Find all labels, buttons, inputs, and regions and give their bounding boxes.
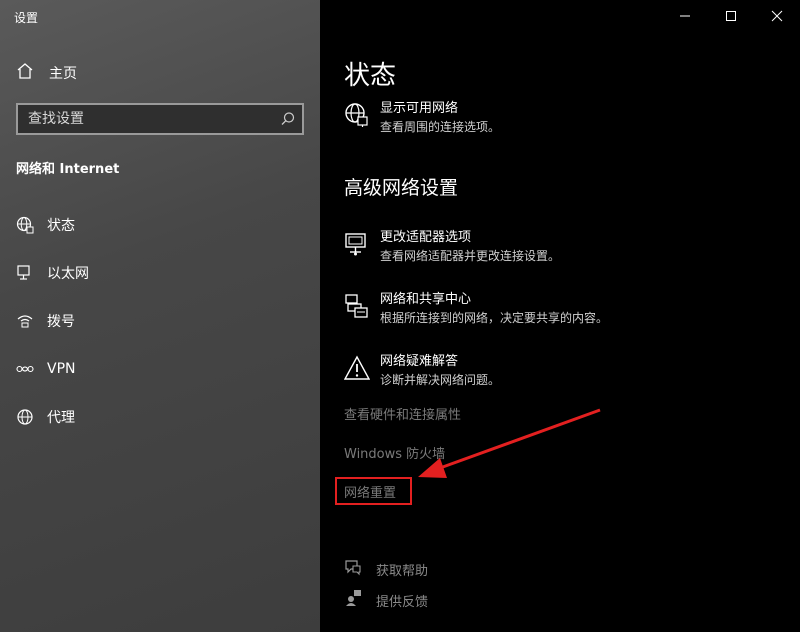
entry-title: 更改适配器选项: [380, 230, 472, 245]
search-input[interactable]: [18, 105, 268, 133]
sidebar-item-vpn[interactable]: VPN: [16, 358, 306, 380]
globe-icon: [16, 408, 34, 426]
hardware-properties-link[interactable]: 查看硬件和连接属性: [344, 404, 461, 423]
close-button[interactable]: [754, 0, 800, 32]
sidebar-item-status[interactable]: 状态: [16, 214, 306, 236]
app-title: 设置: [14, 11, 39, 25]
network-reset-highlight: [335, 477, 412, 505]
entry-title: 网络和共享中心: [380, 292, 472, 307]
close-icon: [771, 7, 783, 26]
entry-desc: 诊断并解决网络问题。: [380, 373, 501, 387]
sidebar-item-label: 代理: [47, 410, 75, 426]
adapter-options-entry[interactable]: 更改适配器选项 查看网络适配器并更改连接设置。: [344, 229, 560, 265]
sharing-center-icon: [344, 293, 370, 319]
sidebar-item-dialup[interactable]: 拨号: [16, 310, 306, 332]
maximize-button[interactable]: [708, 0, 754, 32]
search-icon[interactable]: [280, 111, 296, 131]
get-help-link[interactable]: 获取帮助: [344, 558, 428, 580]
network-globe-icon: [344, 102, 370, 128]
sidebar-item-label: 以太网: [47, 266, 89, 282]
entry-title: 网络疑难解答: [380, 354, 459, 369]
home-icon: [16, 62, 34, 84]
page-title: 状态: [344, 61, 397, 91]
feedback-icon: [344, 589, 362, 611]
help-label: 获取帮助: [376, 563, 429, 579]
globe-status-icon: [16, 216, 34, 234]
maximize-icon: [725, 7, 737, 26]
minimize-icon: [679, 7, 691, 26]
feedback-label: 提供反馈: [376, 594, 429, 610]
settings-sidebar: 设置 主页 网络和 Internet 状态 以太网 拨号 VP: [0, 0, 320, 632]
sidebar-home-label: 主页: [49, 66, 77, 82]
vpn-icon: [16, 360, 34, 378]
sharing-center-entry[interactable]: 网络和共享中心 根据所连接到的网络，决定要共享的内容。: [344, 291, 608, 327]
dialup-icon: [16, 312, 34, 330]
content-pane: 状态 显示可用网络 查看周围的连接选项。 高级网络设置 更改适配器选项 查看网络…: [320, 0, 800, 632]
ethernet-icon: [16, 264, 34, 282]
sidebar-item-label: 状态: [47, 218, 75, 234]
minimize-button[interactable]: [662, 0, 708, 32]
adapter-icon: [344, 231, 370, 257]
sidebar-item-proxy[interactable]: 代理: [16, 406, 306, 428]
troubleshoot-entry[interactable]: 网络疑难解答 诊断并解决网络问题。: [343, 353, 501, 389]
advanced-settings-title: 高级网络设置: [344, 177, 459, 199]
entry-desc: 查看周围的连接选项。: [380, 120, 501, 134]
entry-desc: 根据所连接到的网络，决定要共享的内容。: [380, 311, 609, 325]
sidebar-item-label: 拨号: [47, 314, 75, 330]
search-box[interactable]: [16, 103, 304, 135]
warning-icon: [343, 355, 371, 381]
entry-title: 显示可用网络: [380, 101, 459, 116]
windows-firewall-link[interactable]: Windows 防火墙: [344, 443, 445, 462]
sidebar-item-label: VPN: [47, 361, 76, 377]
section-title: 网络和 Internet: [16, 162, 120, 177]
help-chat-icon: [344, 558, 362, 580]
sidebar-item-ethernet[interactable]: 以太网: [16, 262, 306, 284]
feedback-link[interactable]: 提供反馈: [344, 589, 428, 611]
show-networks-entry[interactable]: 显示可用网络 查看周围的连接选项。: [344, 100, 500, 136]
entry-desc: 查看网络适配器并更改连接设置。: [380, 249, 561, 263]
sidebar-home[interactable]: 主页: [16, 62, 77, 84]
